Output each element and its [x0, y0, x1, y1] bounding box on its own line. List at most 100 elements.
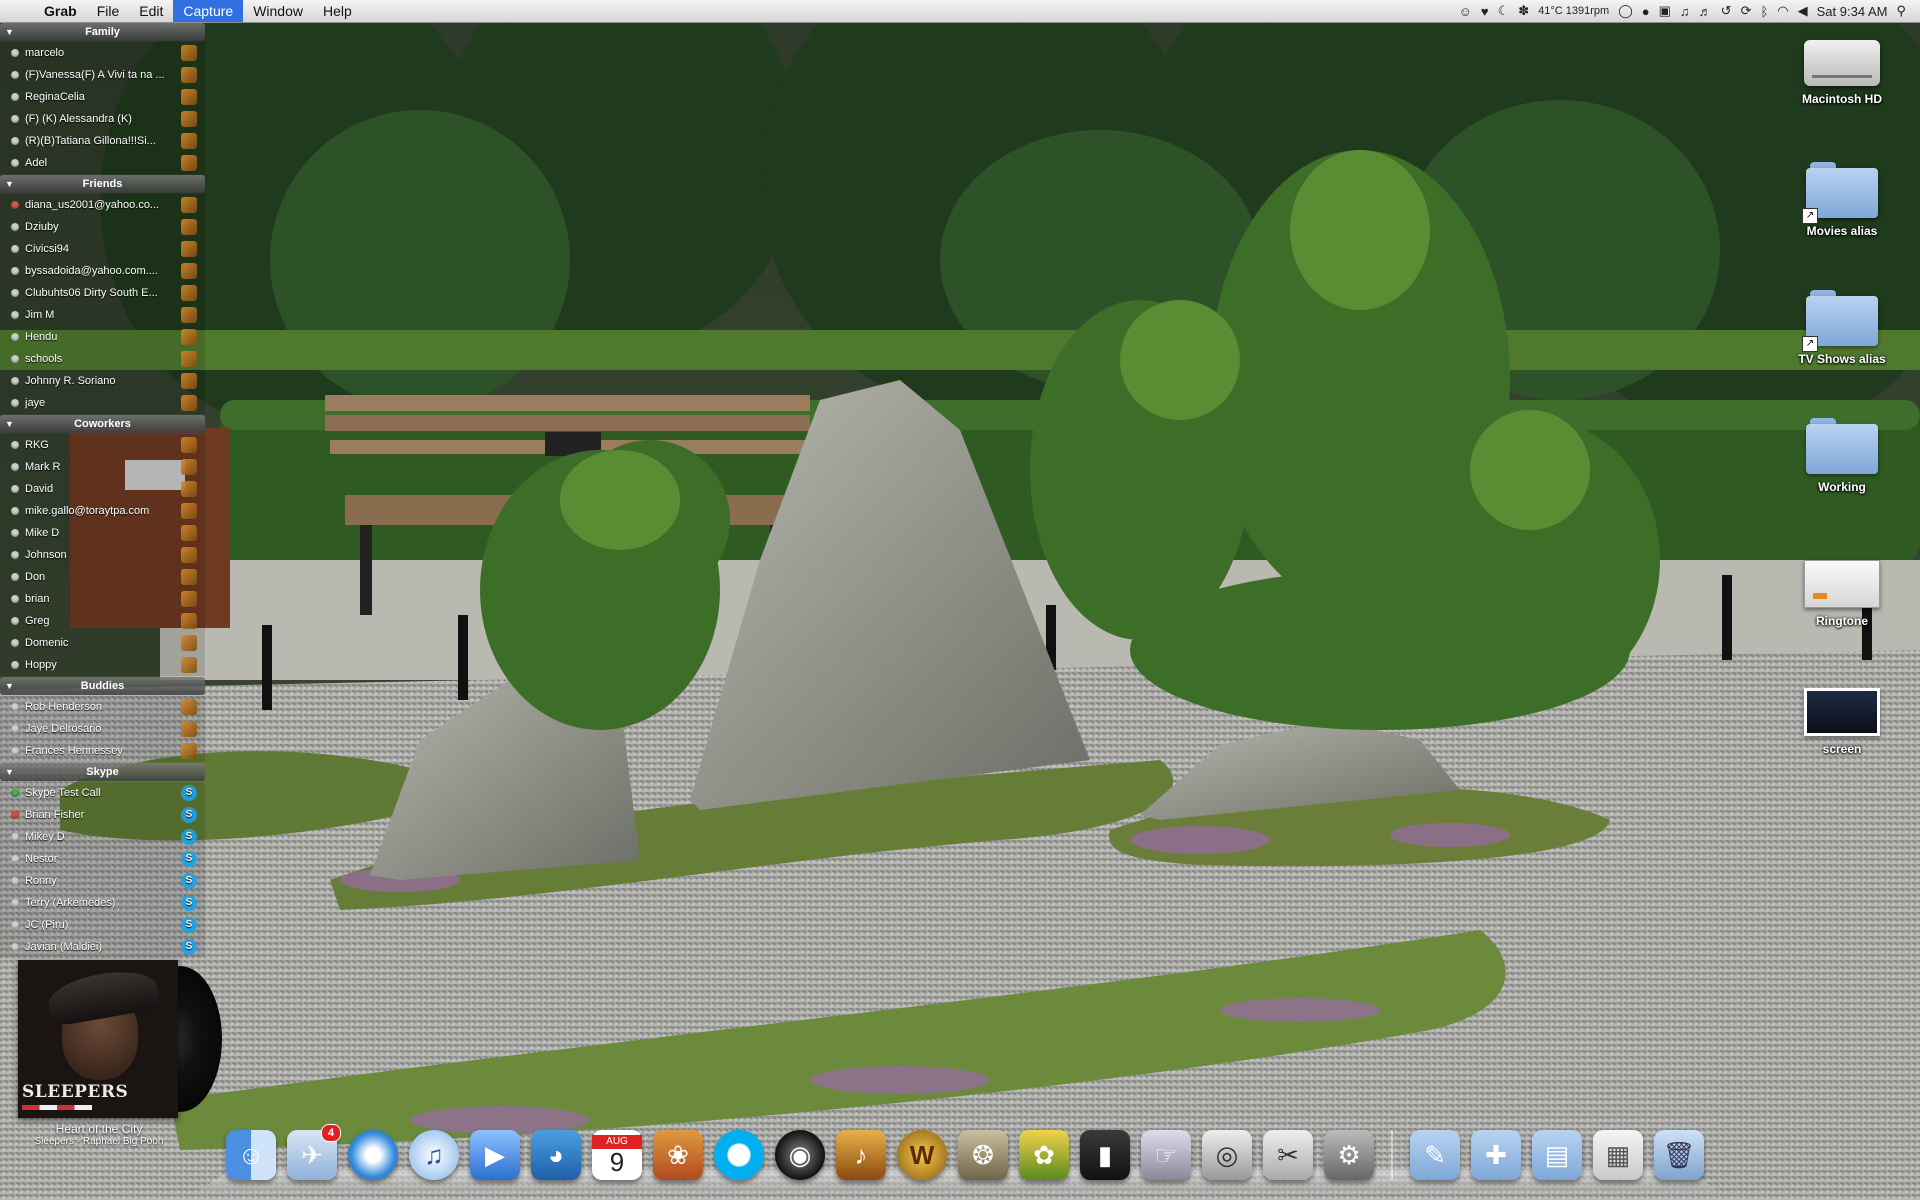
album-cover[interactable]: SLEEPERS: [18, 960, 178, 1118]
buddy-row[interactable]: (F)Vanessa(F) A Vivi ta na ...: [0, 64, 205, 86]
buddy-row[interactable]: JC (Piru) S: [0, 914, 205, 936]
desktop-icon-working[interactable]: Working: [1782, 418, 1902, 494]
mail-icon[interactable]: ✈ 4: [287, 1124, 341, 1180]
desktop-icon-tv-shows-alias[interactable]: ↗ TV Shows alias: [1782, 290, 1902, 366]
buddy-row[interactable]: Adel: [0, 152, 205, 174]
trash-icon[interactable]: 🗑: [1654, 1130, 1704, 1180]
buddy-row[interactable]: Jim M: [0, 304, 205, 326]
system-preferences-icon[interactable]: ⚙: [1324, 1130, 1374, 1180]
buddy-group-header-buddies[interactable]: ▼ Buddies: [0, 677, 205, 695]
ical-icon[interactable]: AUG 9: [592, 1130, 642, 1180]
buddy-row[interactable]: Brian Fisher S: [0, 804, 205, 826]
now-playing-widget[interactable]: SLEEPERS Heart of the City Sleepers - Ra…: [18, 960, 222, 1160]
buddy-row[interactable]: David: [0, 478, 205, 500]
buddy-row[interactable]: byssadoida@yahoo.com....: [0, 260, 205, 282]
spotlight-icon[interactable]: ⚲: [1896, 3, 1906, 19]
buddy-row[interactable]: Johnny R. Soriano: [0, 370, 205, 392]
buddy-row[interactable]: Don: [0, 566, 205, 588]
buddy-row[interactable]: (R)(B)Tatiana Gillona!!!Si...: [0, 130, 205, 152]
buddy-group-header-family[interactable]: ▼ Family: [0, 23, 205, 41]
desktop-icon-ringtone[interactable]: Ringtone: [1782, 560, 1902, 628]
dashboard-icon[interactable]: ▣: [1659, 3, 1671, 19]
buddy-row[interactable]: Mikey D S: [0, 826, 205, 848]
disclosure-triangle-icon[interactable]: ▼: [5, 23, 14, 41]
buddy-row[interactable]: Rob Henderson: [0, 696, 205, 718]
buddy-row[interactable]: Terry (Arkemedes) S: [0, 892, 205, 914]
buddy-row[interactable]: Hoppy: [0, 654, 205, 676]
buddy-row[interactable]: Greg: [0, 610, 205, 632]
buddy-row[interactable]: Ronny S: [0, 870, 205, 892]
menu-window[interactable]: Window: [243, 0, 313, 22]
downloads-stack-icon[interactable]: ▤: [1532, 1130, 1582, 1180]
buddy-group-header-coworkers[interactable]: ▼ Coworkers: [0, 415, 205, 433]
monolith-app-icon[interactable]: ▮: [1080, 1130, 1130, 1180]
buddy-row[interactable]: ReginaCelia: [0, 86, 205, 108]
menu-edit[interactable]: Edit: [129, 0, 173, 22]
buddy-row[interactable]: Civicsi94: [0, 238, 205, 260]
menu-clock[interactable]: Sat 9:34 AM: [1817, 4, 1888, 19]
buddy-row[interactable]: Dziuby: [0, 216, 205, 238]
buddy-row[interactable]: brian: [0, 588, 205, 610]
temperature-readout[interactable]: 41°C 1391rpm: [1538, 5, 1609, 17]
disclosure-triangle-icon[interactable]: ▼: [5, 415, 14, 433]
buddy-row[interactable]: Mike D: [0, 522, 205, 544]
buddy-row[interactable]: marcelo: [0, 42, 205, 64]
buddy-row[interactable]: mike.gallo@toraytpa.com: [0, 500, 205, 522]
file-stack-icon[interactable]: ▦: [1593, 1130, 1643, 1180]
sync-icon[interactable]: ⟳: [1741, 3, 1752, 19]
iphoto-icon[interactable]: ❀: [653, 1130, 703, 1180]
dvd-player-icon[interactable]: ◎: [1202, 1130, 1252, 1180]
buddy-row[interactable]: schools: [0, 348, 205, 370]
aperture-icon[interactable]: ◉: [775, 1130, 825, 1180]
menu-file[interactable]: File: [87, 0, 130, 22]
buddy-row[interactable]: Skype Test Call S: [0, 782, 205, 804]
safari-icon[interactable]: ✧: [348, 1130, 398, 1180]
desktop-icon-movies-alias[interactable]: ↗ Movies alias: [1782, 162, 1902, 238]
buddy-row[interactable]: (F) (K) Alessandra (K): [0, 108, 205, 130]
heart-icon[interactable]: ♥: [1481, 4, 1489, 19]
buddy-row[interactable]: RKG: [0, 434, 205, 456]
buddy-row[interactable]: Hendu: [0, 326, 205, 348]
time-machine-icon[interactable]: ↺: [1721, 3, 1732, 19]
buddy-group-header-skype[interactable]: ▼ Skype: [0, 763, 205, 781]
preview-icon[interactable]: ☞: [1141, 1130, 1191, 1180]
buddy-row[interactable]: Jaye Delrosario: [0, 718, 205, 740]
bluetooth-icon[interactable]: ᛒ: [1760, 4, 1768, 19]
skype-status-icon[interactable]: ●: [1642, 4, 1650, 19]
buddy-row[interactable]: Johnson: [0, 544, 205, 566]
wifi-icon[interactable]: ◠: [1777, 3, 1788, 19]
buddy-row[interactable]: jaye: [0, 392, 205, 414]
menu-capture[interactable]: Capture: [173, 0, 244, 22]
app-menu-grab[interactable]: Grab: [34, 3, 87, 19]
buddy-row[interactable]: diana_us2001@yahoo.co...: [0, 194, 205, 216]
paw-icon[interactable]: ✽: [1518, 3, 1529, 19]
disclosure-triangle-icon[interactable]: ▼: [5, 763, 14, 781]
adium-icon[interactable]: ◕: [531, 1130, 581, 1180]
chat-bubble-icon[interactable]: ◯: [1618, 3, 1633, 19]
pineapple-app-icon[interactable]: ✿: [1019, 1130, 1069, 1180]
buddy-group-header-friends[interactable]: ▼ Friends: [0, 175, 205, 193]
desktop-icon-macintosh-hd[interactable]: Macintosh HD: [1782, 40, 1902, 106]
music-note-icon[interactable]: ♫: [1680, 4, 1690, 19]
itunes-icon[interactable]: ♫: [409, 1130, 459, 1180]
documents-stack-icon[interactable]: ✚: [1471, 1130, 1521, 1180]
growl-icon[interactable]: ❂: [958, 1130, 1008, 1180]
applications-stack-icon[interactable]: ✎: [1410, 1130, 1460, 1180]
garageband-icon[interactable]: ♪: [836, 1130, 886, 1180]
volume-icon[interactable]: ◀: [1798, 3, 1808, 19]
grab-icon[interactable]: ✂: [1263, 1130, 1313, 1180]
skype-icon[interactable]: S: [714, 1130, 764, 1180]
buddy-row[interactable]: Mark R: [0, 456, 205, 478]
moon-icon[interactable]: ☾: [1498, 3, 1510, 19]
desktop-icon-screen[interactable]: screen: [1782, 688, 1902, 756]
buddy-row[interactable]: Clubuhts06 Dirty South E...: [0, 282, 205, 304]
disclosure-triangle-icon[interactable]: ▼: [5, 175, 14, 193]
buddy-row[interactable]: Domenic: [0, 632, 205, 654]
menu-help[interactable]: Help: [313, 0, 362, 22]
headphones-icon[interactable]: ♬: [1699, 4, 1712, 19]
world-of-warcraft-icon[interactable]: W: [897, 1130, 947, 1180]
buddy-row[interactable]: Nestor S: [0, 848, 205, 870]
disclosure-triangle-icon[interactable]: ▼: [5, 677, 14, 695]
finder-icon[interactable]: ☺: [226, 1130, 276, 1180]
ichat-icon[interactable]: ▶: [470, 1130, 520, 1180]
